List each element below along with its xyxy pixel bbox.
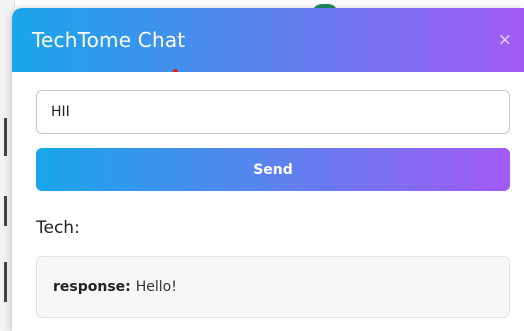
- response-message: response: Hello!: [36, 256, 510, 318]
- background-tick: [4, 196, 7, 226]
- chat-body: Send Tech: response: Hello!: [12, 72, 524, 331]
- send-button[interactable]: Send: [36, 148, 510, 191]
- background-tick: [4, 262, 7, 302]
- message-input[interactable]: [36, 90, 510, 134]
- screen: TechTome Chat × Send Tech: response: Hel…: [0, 0, 524, 331]
- chat-window: TechTome Chat × Send Tech: response: Hel…: [12, 8, 524, 331]
- response-key: response:: [53, 279, 131, 295]
- sender-label: Tech:: [36, 218, 80, 238]
- response-text: Hello!: [135, 279, 177, 295]
- background-tick: [4, 118, 7, 156]
- close-icon[interactable]: ×: [498, 31, 512, 49]
- chat-title: TechTome Chat: [32, 28, 186, 52]
- chat-header: TechTome Chat ×: [12, 8, 524, 72]
